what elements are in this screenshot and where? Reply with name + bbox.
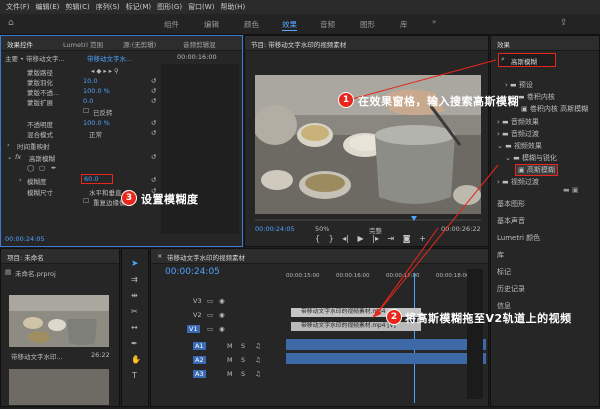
annotation-arrows [351,59,499,318]
annotation-2-badge: 2 [386,309,402,325]
annotation-3-text: 设置模糊度 [141,193,199,206]
annotation-2-text: 将高斯模糊拖至V2轨道上的视频 [405,312,572,325]
arrow-line [374,227,439,317]
annotation-3-badge: 3 [121,190,137,206]
arrow-line [374,164,499,317]
annotation-1-badge: 1 [338,92,354,108]
annotation-1-text: 在效果窗格，输入搜索高斯模糊 [358,95,519,108]
